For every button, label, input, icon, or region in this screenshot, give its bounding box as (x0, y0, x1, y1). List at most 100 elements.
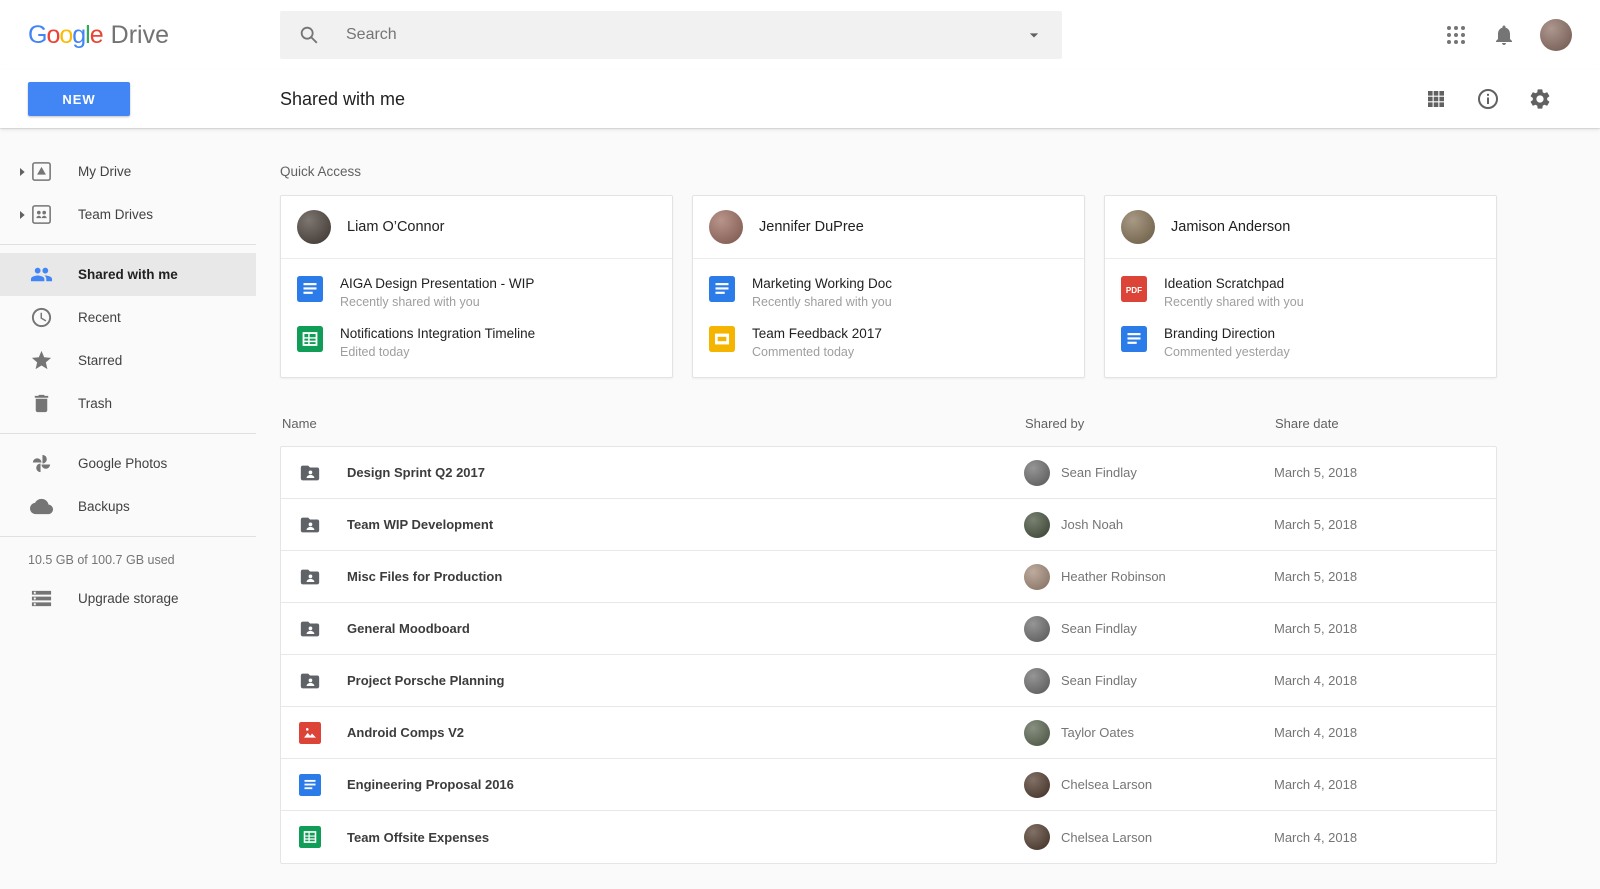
file-title: AIGA Design Presentation - WIP (340, 276, 534, 291)
file-title: Ideation Scratchpad (1164, 276, 1304, 291)
grid-view-icon[interactable] (1424, 87, 1448, 111)
quick-access-card: Jamison Anderson Ideation Scratchpad Rec… (1104, 195, 1497, 378)
user-avatar[interactable] (1540, 19, 1572, 51)
sidebar-item-label: Team Drives (78, 207, 153, 222)
storage-icon (30, 587, 53, 610)
file-name: Team WIP Development (347, 517, 493, 532)
quick-access-section: Quick Access Liam O’Connor AIGA Design P… (280, 164, 1600, 378)
share-date: March 5, 2018 (1274, 569, 1496, 584)
action-bar: NEW Shared with me (0, 70, 1600, 128)
file-title: Notifications Integration Timeline (340, 326, 535, 341)
column-header-share-date[interactable]: Share date (1275, 416, 1497, 431)
quick-access-file[interactable]: AIGA Design Presentation - WIP Recently … (297, 276, 656, 309)
table-row[interactable]: Project Porsche Planning Sean Findlay Ma… (281, 655, 1496, 707)
shared-by-name: Josh Noah (1061, 517, 1123, 532)
table-row[interactable]: Team WIP Development Josh Noah March 5, … (281, 499, 1496, 551)
quick-access-file[interactable]: Team Feedback 2017 Commented today (709, 326, 1068, 359)
clock-icon (30, 306, 53, 329)
sidebar-item-shared-with-me[interactable]: Shared with me (0, 253, 256, 296)
file-name: Team Offsite Expenses (347, 830, 489, 845)
sidebar-item-trash[interactable]: Trash (0, 382, 256, 425)
file-name: Android Comps V2 (347, 725, 464, 740)
quick-access-file[interactable]: Branding Direction Commented yesterday (1121, 326, 1480, 359)
file-subtitle: Recently shared with you (1164, 295, 1304, 309)
person-name: Jennifer DuPree (759, 219, 864, 235)
table-row[interactable]: General Moodboard Sean Findlay March 5, … (281, 603, 1496, 655)
file-title: Team Feedback 2017 (752, 326, 882, 341)
storage-usage: 10.5 GB of 100.7 GB used (0, 553, 256, 567)
apps-grid-icon[interactable] (1444, 23, 1468, 47)
sidebar-item-label: Starred (78, 353, 122, 368)
sidebar-item-label: Trash (78, 396, 112, 411)
expand-arrow-icon[interactable] (14, 207, 30, 223)
card-person-header: Jennifer DuPree (693, 196, 1084, 259)
google-logo: Google (28, 21, 103, 50)
quick-access-file[interactable]: Marketing Working Doc Recently shared wi… (709, 276, 1068, 309)
docs-icon (709, 276, 735, 302)
info-icon[interactable] (1476, 87, 1500, 111)
file-subtitle: Commented yesterday (1164, 345, 1290, 359)
search-options-caret-icon[interactable] (1024, 25, 1044, 45)
sidebar-item-upgrade-storage[interactable]: Upgrade storage (0, 577, 256, 620)
file-table: Name Shared by Share date Design Sprint … (280, 416, 1497, 864)
table-row[interactable]: Design Sprint Q2 2017 Sean Findlay March… (281, 447, 1496, 499)
table-row[interactable]: Engineering Proposal 2016 Chelsea Larson… (281, 759, 1496, 811)
table-header: Name Shared by Share date (280, 416, 1497, 446)
card-files: Marketing Working Doc Recently shared wi… (693, 259, 1084, 377)
avatar (1121, 210, 1155, 244)
file-title: Branding Direction (1164, 326, 1290, 341)
sidebar-item-label: Upgrade storage (78, 591, 179, 606)
sidebar-item-label: Backups (78, 499, 130, 514)
file-name: Engineering Proposal 2016 (347, 777, 514, 792)
file-subtitle: Edited today (340, 345, 535, 359)
table-body: Design Sprint Q2 2017 Sean Findlay March… (280, 446, 1497, 864)
quick-access-file[interactable]: Ideation Scratchpad Recently shared with… (1121, 276, 1480, 309)
trash-icon (30, 392, 53, 415)
image-icon (299, 722, 321, 744)
quick-access-card: Jennifer DuPree Marketing Working Doc Re… (692, 195, 1085, 378)
expand-arrow-icon[interactable] (14, 164, 30, 180)
shared-by-name: Sean Findlay (1061, 621, 1137, 636)
shared-by-name: Taylor Oates (1061, 725, 1134, 740)
column-header-shared-by[interactable]: Shared by (1025, 416, 1275, 431)
avatar (1024, 616, 1050, 642)
card-files: Ideation Scratchpad Recently shared with… (1105, 259, 1496, 377)
avatar (1024, 460, 1050, 486)
avatar (297, 210, 331, 244)
sidebar-item-backups[interactable]: Backups (0, 485, 256, 528)
sidebar-item-label: My Drive (78, 164, 131, 179)
sidebar-item-team-drives[interactable]: Team Drives (0, 193, 256, 236)
pdf-icon (1121, 276, 1147, 302)
sidebar-item-google-photos[interactable]: Google Photos (0, 442, 256, 485)
top-bar: Google Drive (0, 0, 1600, 70)
settings-gear-icon[interactable] (1528, 87, 1552, 111)
share-date: March 5, 2018 (1274, 621, 1496, 636)
new-button[interactable]: NEW (28, 82, 130, 116)
sidebar-item-recent[interactable]: Recent (0, 296, 256, 339)
sidebar-item-label: Google Photos (78, 456, 167, 471)
people-icon (30, 263, 53, 286)
avatar (1024, 564, 1050, 590)
sheets-icon (299, 826, 321, 848)
main-content: Quick Access Liam O’Connor AIGA Design P… (256, 128, 1600, 889)
table-row[interactable]: Team Offsite Expenses Chelsea Larson Mar… (281, 811, 1496, 863)
sidebar: My Drive Team Drives Shared with me Rece… (0, 128, 256, 889)
card-files: AIGA Design Presentation - WIP Recently … (281, 259, 672, 377)
search-bar[interactable] (280, 11, 1062, 59)
notifications-bell-icon[interactable] (1492, 23, 1516, 47)
sidebar-divider (0, 433, 256, 434)
sidebar-divider (0, 244, 256, 245)
content-area: My Drive Team Drives Shared with me Rece… (0, 128, 1600, 889)
sidebar-item-starred[interactable]: Starred (0, 339, 256, 382)
table-row[interactable]: Misc Files for Production Heather Robins… (281, 551, 1496, 603)
google-drive-logo[interactable]: Google Drive (0, 21, 256, 50)
search-input[interactable] (346, 26, 1024, 44)
share-date: March 4, 2018 (1274, 830, 1496, 845)
column-header-name[interactable]: Name (282, 416, 1025, 431)
shared-folder-icon (299, 670, 321, 692)
table-row[interactable]: Android Comps V2 Taylor Oates March 4, 2… (281, 707, 1496, 759)
sidebar-item-my-drive[interactable]: My Drive (0, 150, 256, 193)
product-name: Drive (111, 21, 169, 50)
person-name: Jamison Anderson (1171, 219, 1290, 235)
quick-access-file[interactable]: Notifications Integration Timeline Edite… (297, 326, 656, 359)
